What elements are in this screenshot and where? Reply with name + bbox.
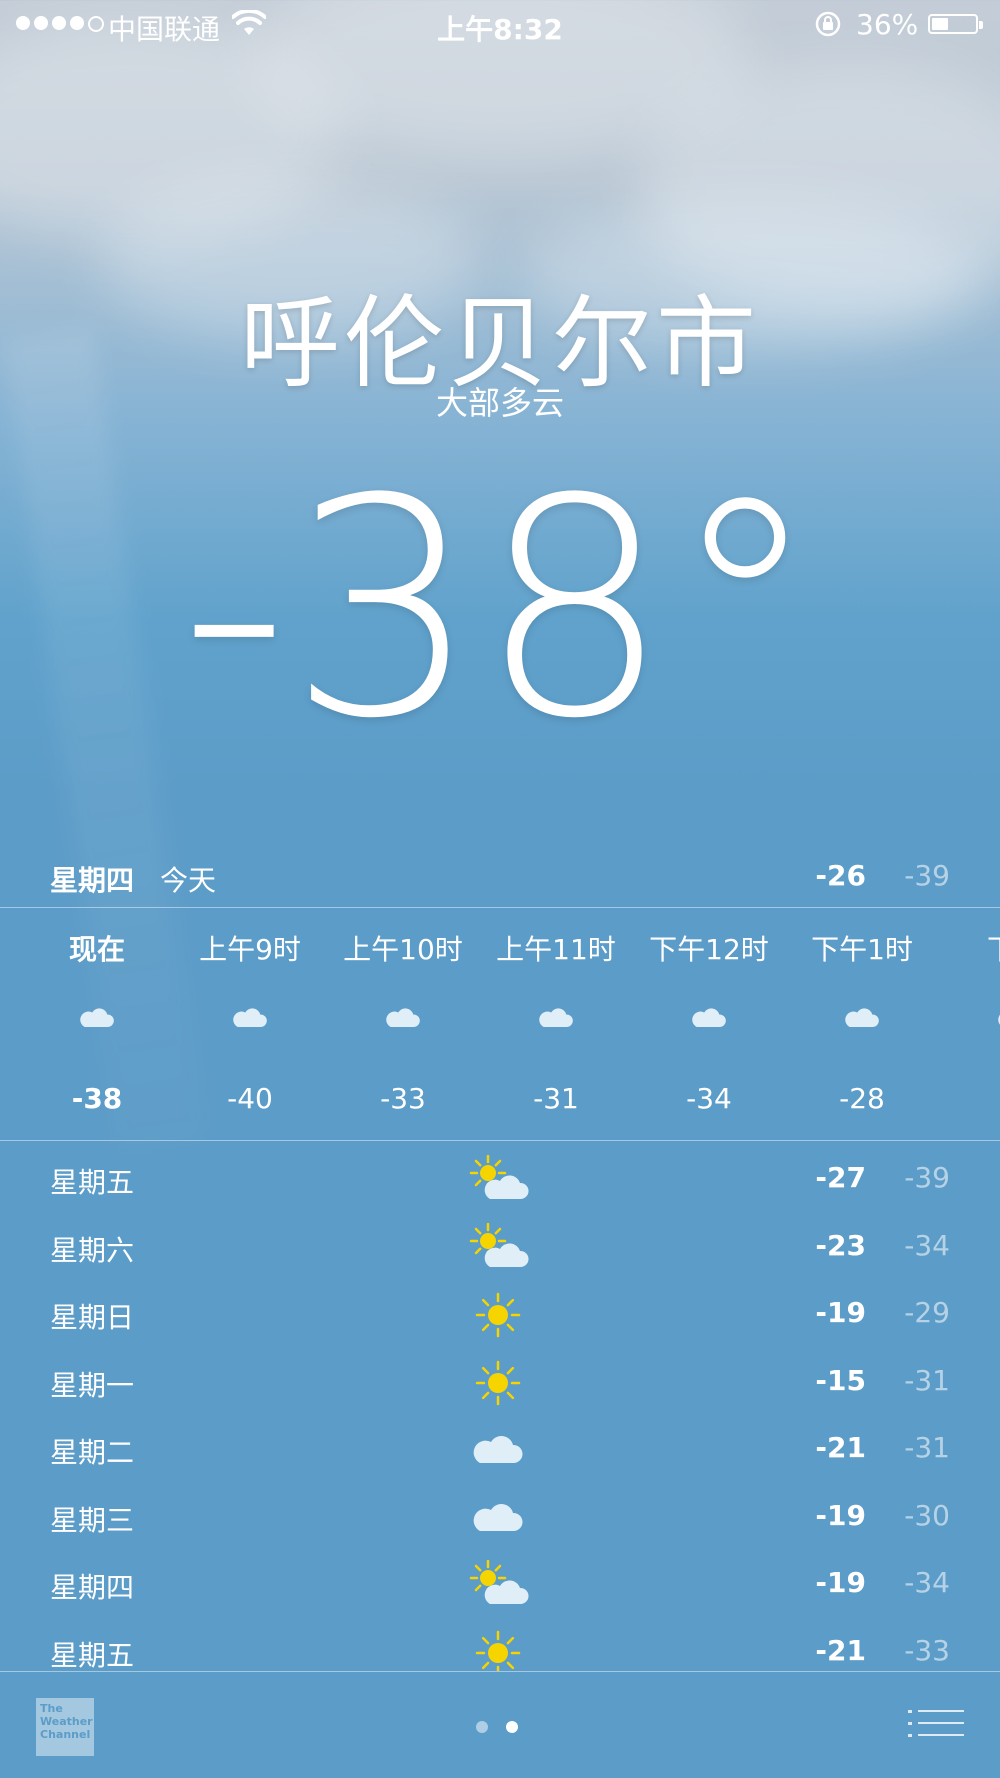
battery-percent: 36% [856,8,919,41]
daily-day: 星期六 [50,1233,135,1267]
daily-day: 星期一 [50,1368,135,1402]
cloud-icon [466,1493,530,1543]
daily-high: -21 [815,1431,866,1464]
page-indicator[interactable] [476,1721,518,1733]
hourly-temp: -38 [71,1082,123,1115]
battery-fill [932,18,948,30]
daily-day: 星期四 [50,1571,135,1604]
today-low: -39 [904,859,950,892]
daily-row: 星期六 -23 -34 [0,1215,1000,1282]
daily-day: 星期二 [50,1436,135,1469]
partly-cloudy-icon [466,1559,530,1610]
daily-low: -33 [904,1633,950,1667]
daily-row: 星期二 -21 -31 [0,1417,1000,1484]
hourly-temp: -33 [380,1082,426,1115]
daily-high: -23 [815,1228,866,1262]
cloud-icon [381,996,425,1040]
daily-high: -21 [815,1633,866,1667]
daily-row: 星期一 -15 -31 [0,1350,1000,1417]
city-list-icon[interactable] [908,1706,964,1746]
hourly-time: 下午12时 [649,933,769,966]
hourly-temp: -28 [839,1082,885,1115]
weather-channel-logo[interactable]: The Weather Channel [36,1698,94,1756]
daily-row: 星期三 -19 -30 [0,1485,1000,1552]
daily-low: -30 [904,1498,950,1532]
daily-day: 星期五 [50,1166,135,1199]
cloud-icon [534,996,578,1040]
daily-forecast[interactable]: 星期五 -27 -39 星期六 -23 -34 星期日 -19 -29 星期一 … [0,1147,1000,1671]
daily-day: 星期五 [50,1638,135,1672]
daily-low: -31 [904,1363,950,1397]
daily-low: -34 [904,1566,950,1599]
sun-icon [466,1358,530,1408]
status-time: 上午8:32 [437,13,563,46]
hourly-time: 下午1时 [811,933,913,966]
daily-low: -29 [904,1296,950,1329]
sun-icon [466,1290,530,1340]
daily-low: -34 [904,1228,950,1262]
hourly-time: 下午 [945,928,1000,968]
daily-day: 星期三 [50,1503,135,1537]
hourly-time: 上午11时 [496,933,616,966]
footer-toolbar: The Weather Channel [0,1671,1000,1778]
today-high: -26 [815,859,866,892]
status-bar: 中国联通 上午8:32 36% [0,0,1000,50]
hourly-time: 现在 [68,933,125,966]
page-dot[interactable] [476,1721,488,1733]
today-row: 星期四 今天 -26 -39 [0,855,1000,907]
cloud-icon [75,996,119,1040]
daily-low: -31 [904,1431,950,1464]
today-day: 星期四 [50,864,135,897]
daily-high: -19 [815,1566,866,1599]
hourly-forecast[interactable]: 现在 -38 上午9时 -40 上午10时 -33 上午11时 -31 下午12… [0,908,1000,1140]
partly-cloudy-icon [466,1154,530,1205]
current-temperature: -38° [180,435,820,784]
daily-row: 星期日 -19 -29 [0,1282,1000,1349]
cloud-icon [466,1425,530,1475]
daily-low: -39 [904,1161,950,1194]
hourly-time: 上午10时 [343,933,463,966]
daily-row: 星期四 -19 -34 [0,1552,1000,1619]
hourly-temp: -40 [227,1082,273,1115]
partly-cloudy-icon [466,1222,530,1273]
daily-row: 星期五 -21 -33 [0,1620,1000,1672]
cloud-icon [228,996,272,1040]
divider [0,1140,1000,1141]
daily-row: 星期五 -27 -39 [0,1147,1000,1214]
sun-icon [466,1628,530,1671]
cloud-icon [687,996,731,1040]
cloud-icon [840,996,884,1040]
battery-icon [928,14,983,34]
daily-high: -15 [815,1363,866,1397]
hourly-temp: -31 [533,1082,579,1115]
daily-day: 星期日 [50,1301,135,1334]
rotation-lock-icon [815,11,841,37]
hourly-time: 上午9时 [199,933,301,966]
hourly-temp: -34 [686,1082,732,1115]
weather-condition: 大部多云 [435,384,564,422]
cloud-icon [993,996,1000,1040]
daily-high: -27 [815,1161,866,1194]
today-label: 今天 [160,864,217,897]
daily-high: -19 [815,1296,866,1329]
daily-high: -19 [815,1498,866,1532]
page-dot[interactable] [506,1721,518,1733]
